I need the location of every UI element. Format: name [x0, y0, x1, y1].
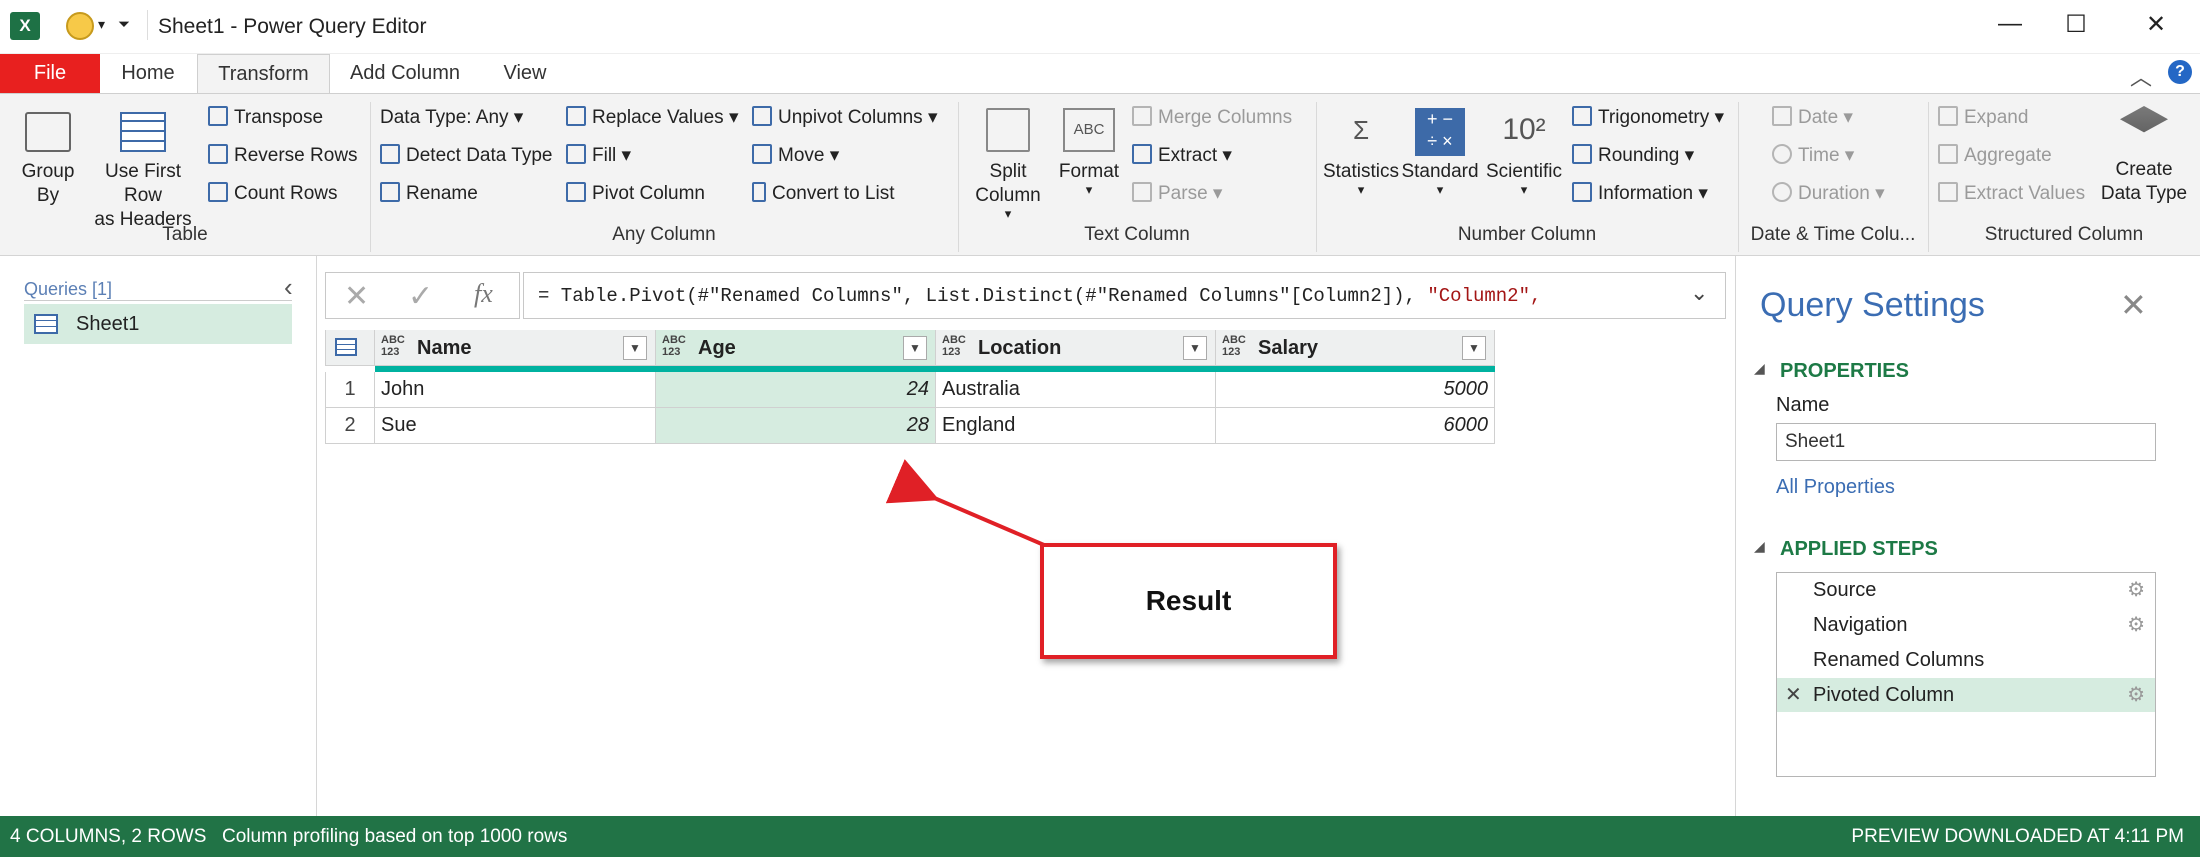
step-label: Pivoted Column	[1813, 684, 1955, 706]
gear-icon[interactable]: ⚙	[2127, 608, 2145, 642]
step-label: Renamed Columns	[1813, 649, 1985, 671]
status-profiling[interactable]: Column profiling based on top 1000 rows	[222, 826, 567, 848]
collapse-triangle-icon[interactable]: ◢	[1754, 360, 1765, 377]
delete-step-icon[interactable]: ✕	[1785, 678, 1802, 712]
step-navigation[interactable]: Navigation ⚙	[1777, 608, 2155, 642]
applied-steps-list: Source ⚙ Navigation ⚙ Renamed Columns ✕ …	[1776, 572, 2156, 777]
status-bar: 4 COLUMNS, 2 ROWS Column profiling based…	[0, 816, 2200, 857]
close-pane-icon[interactable]: ✕	[2120, 286, 2147, 324]
annotation-callout: Result	[1040, 543, 1337, 659]
all-properties-link[interactable]: All Properties	[1776, 476, 1895, 499]
name-label: Name	[1776, 394, 1830, 416]
step-label: Source	[1813, 579, 1877, 601]
collapse-triangle-icon[interactable]: ◢	[1754, 538, 1765, 555]
step-label: Navigation	[1813, 614, 1908, 636]
query-settings-title: Query Settings	[1760, 286, 1985, 324]
step-renamed-columns[interactable]: Renamed Columns	[1777, 643, 2155, 677]
step-source[interactable]: Source ⚙	[1777, 573, 2155, 607]
step-pivoted-column[interactable]: ✕ Pivoted Column ⚙	[1777, 678, 2155, 712]
properties-header: PROPERTIES	[1780, 360, 1909, 382]
query-settings-pane: Query Settings ✕ ◢ PROPERTIES Name All P…	[1735, 256, 2200, 816]
status-preview-time: PREVIEW DOWNLOADED AT 4:11 PM	[1851, 826, 2184, 847]
query-name-input[interactable]	[1776, 423, 2156, 461]
applied-steps-header: APPLIED STEPS	[1780, 538, 1938, 560]
status-row-count: 4 COLUMNS, 2 ROWS	[10, 826, 207, 847]
gear-icon[interactable]: ⚙	[2127, 573, 2145, 607]
gear-icon[interactable]: ⚙	[2127, 678, 2145, 712]
